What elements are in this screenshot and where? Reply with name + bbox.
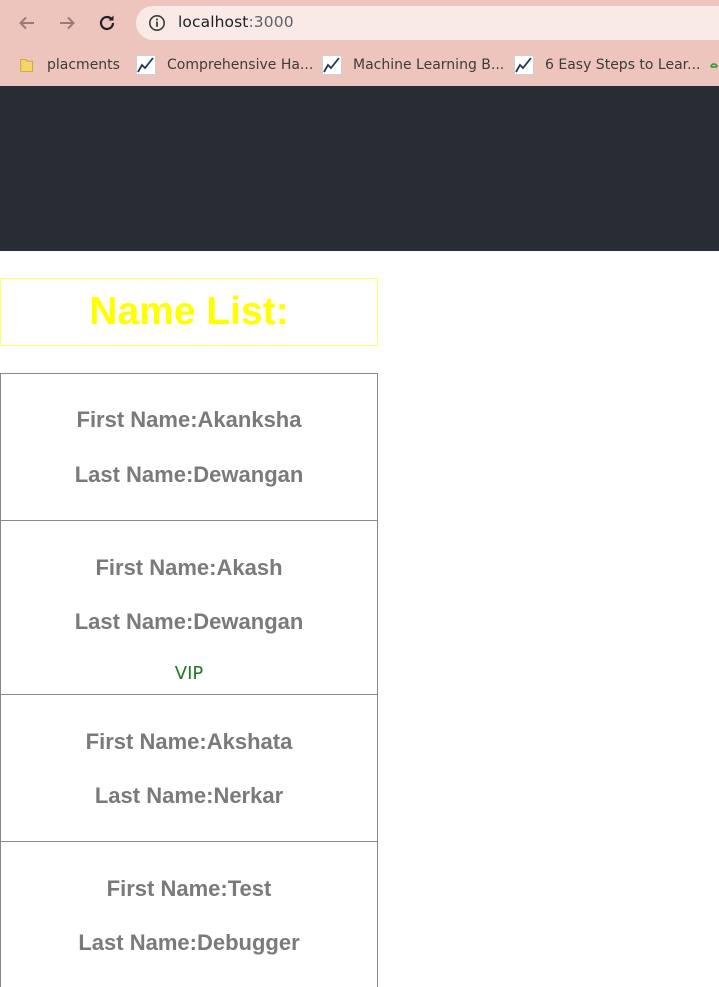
last-name: Last Name:Debugger (78, 930, 300, 955)
url-text[interactable]: localhost:3000 (178, 13, 294, 31)
name-list-title-box: Name List: (0, 278, 378, 346)
address-bar[interactable]: localhost:3000 (136, 6, 719, 40)
browser-toolbar: localhost:3000 (0, 0, 719, 46)
site-info-icon[interactable] (148, 14, 166, 32)
bookmark-comprehensive[interactable]: Comprehensive Ha... (136, 54, 313, 76)
bookmark-placments[interactable]: placments (19, 54, 120, 76)
bookmark-label: placments (47, 57, 120, 73)
person-card: First Name:Akash Last Name:Dewangan VIP (0, 520, 378, 695)
url-port: :3000 (248, 13, 294, 31)
chart-favicon-icon (322, 55, 342, 75)
person-card: First Name:Test Last Name:Debugger (0, 841, 378, 987)
last-name: Last Name:Dewangan (74, 609, 304, 634)
bookmark-6-easy-steps[interactable]: 6 Easy Steps to Lear... (514, 54, 701, 76)
vip-badge: VIP (174, 663, 204, 684)
bookmark-machine-learning[interactable]: Machine Learning B... (322, 54, 504, 76)
bookmark-label: Comprehensive Ha... (167, 57, 314, 73)
last-name: Last Name:Dewangan (74, 462, 304, 487)
forward-arrow-icon (60, 16, 75, 30)
bookmarks-bar: placments Comprehensive Ha... Machine Le… (0, 46, 719, 86)
last-name: Last Name:Nerkar (94, 783, 284, 808)
reload-button[interactable] (93, 9, 121, 37)
back-button[interactable] (13, 9, 41, 37)
person-card: First Name:Akanksha Last Name:Dewangan (0, 373, 378, 521)
chart-favicon-icon (136, 55, 156, 75)
reload-icon (99, 15, 115, 31)
forward-button[interactable] (53, 9, 81, 37)
first-name: First Name:Akash (95, 555, 283, 580)
bookmark-label: Machine Learning B... (353, 57, 505, 73)
first-name: First Name:Akshata (85, 729, 293, 754)
bookmark-overflow-icon[interactable] (708, 60, 719, 72)
folder-icon (20, 59, 34, 72)
person-card: First Name:Akshata Last Name:Nerkar (0, 694, 378, 842)
back-arrow-icon (19, 16, 34, 30)
first-name: First Name:Test (106, 876, 272, 901)
bookmark-label: 6 Easy Steps to Lear... (545, 57, 701, 73)
url-host: localhost (178, 13, 249, 31)
first-name: First Name:Akanksha (76, 407, 302, 432)
page-title: Name List: (89, 290, 289, 333)
chart-favicon-icon (514, 55, 534, 75)
app-header (0, 86, 719, 251)
